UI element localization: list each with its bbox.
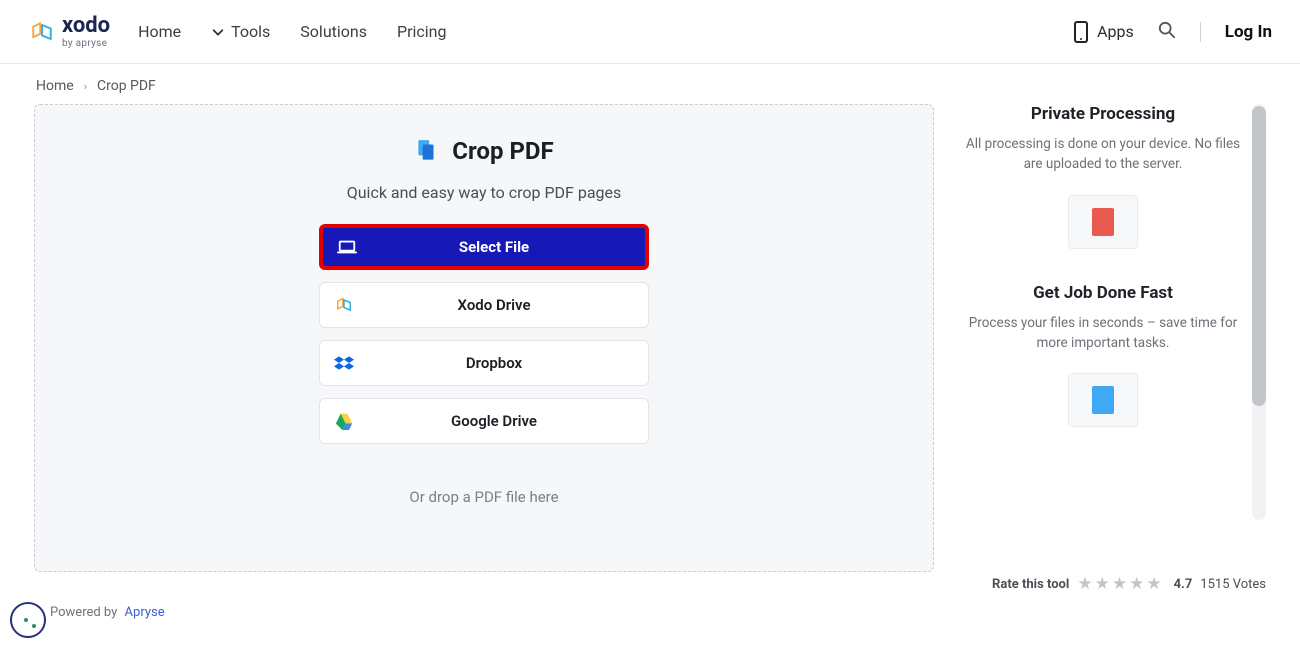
nav-pricing[interactable]: Pricing: [397, 22, 447, 41]
google-drive-icon: [334, 411, 354, 431]
workspace: Crop PDF Quick and easy way to crop PDF …: [0, 104, 1300, 572]
brand-name: xodo: [62, 15, 110, 37]
xodo-drive-button[interactable]: Xodo Drive: [319, 282, 649, 328]
breadcrumb-separator-icon: ›: [84, 80, 87, 93]
feature-desc: All processing is done on your device. N…: [956, 134, 1250, 175]
star-icon[interactable]: ★: [1112, 574, 1127, 594]
login-link[interactable]: Log In: [1225, 22, 1272, 42]
xodo-drive-icon: [334, 295, 354, 315]
google-drive-button[interactable]: Google Drive: [319, 398, 649, 444]
feature-title: Get Job Done Fast: [956, 283, 1250, 303]
search-button[interactable]: [1158, 21, 1176, 43]
tool-subtitle: Quick and easy way to crop PDF pages: [347, 183, 622, 202]
brand-logo[interactable]: xodo by apryse: [28, 15, 110, 49]
right-actions: Apps Log In: [1073, 21, 1272, 43]
info-sidepanel: Private Processing All processing is don…: [956, 104, 1266, 572]
laptop-icon: [337, 237, 357, 257]
dropbox-label: Dropbox: [354, 354, 634, 372]
star-icon[interactable]: ★: [1146, 574, 1161, 594]
dropbox-button[interactable]: Dropbox: [319, 340, 649, 386]
nav-solutions[interactable]: Solutions: [300, 22, 367, 41]
vendor-link[interactable]: Apryse: [125, 605, 165, 620]
apps-label: Apps: [1097, 22, 1134, 41]
star-icon[interactable]: ★: [1077, 574, 1092, 594]
xodo-logo-icon: [28, 18, 56, 46]
xodo-drive-label: Xodo Drive: [354, 296, 634, 314]
select-file-button[interactable]: Select File: [319, 224, 649, 270]
breadcrumb-current: Crop PDF: [97, 78, 156, 94]
phone-icon: [1073, 21, 1089, 43]
brand-subtitle: by apryse: [62, 39, 110, 49]
tool-title-row: Crop PDF: [414, 137, 553, 165]
cookie-settings-button[interactable]: [10, 602, 46, 638]
drop-hint: Or drop a PDF file here: [409, 488, 558, 506]
breadcrumb-home[interactable]: Home: [36, 78, 74, 94]
feature-private-processing: Private Processing All processing is don…: [956, 104, 1250, 257]
breadcrumb: Home › Crop PDF: [0, 64, 1300, 104]
rating-bar: Rate this tool ★ ★ ★ ★ ★ 4.7 1515 Votes: [992, 574, 1266, 594]
star-icon[interactable]: ★: [1095, 574, 1110, 594]
tool-title: Crop PDF: [452, 137, 553, 165]
divider: [1200, 22, 1201, 42]
top-nav: xodo by apryse Home Tools Solutions Pric…: [0, 0, 1300, 64]
apps-link[interactable]: Apps: [1073, 21, 1134, 43]
chevron-down-icon: [211, 25, 225, 39]
rating-votes: 1515 Votes: [1200, 577, 1266, 592]
rating-stars[interactable]: ★ ★ ★ ★ ★: [1077, 574, 1161, 594]
crop-pdf-icon: [414, 138, 440, 164]
feature-illustration: [956, 187, 1250, 257]
powered-label: Powered by: [50, 605, 117, 620]
select-file-label: Select File: [357, 238, 631, 256]
feature-title: Private Processing: [956, 104, 1250, 124]
dropbox-icon: [334, 353, 354, 373]
nav-tools-label: Tools: [231, 22, 270, 41]
search-icon: [1158, 21, 1176, 39]
feature-fast: Get Job Done Fast Process your files in …: [956, 283, 1250, 436]
star-icon[interactable]: ★: [1129, 574, 1144, 594]
file-dropzone[interactable]: Crop PDF Quick and easy way to crop PDF …: [34, 104, 934, 572]
feature-illustration: [956, 365, 1250, 435]
rating-label: Rate this tool: [992, 577, 1069, 592]
file-source-stack: Select File Xodo Drive Dropbox Google Dr…: [319, 224, 649, 444]
nav-links: Home Tools Solutions Pricing: [138, 22, 446, 41]
feature-desc: Process your files in seconds – save tim…: [956, 313, 1250, 354]
nav-tools[interactable]: Tools: [211, 22, 270, 41]
powered-by: Powered by Apryse: [50, 605, 165, 620]
nav-home[interactable]: Home: [138, 22, 181, 41]
rating-value: 4.7: [1174, 577, 1193, 592]
scrollbar-thumb[interactable]: [1252, 106, 1266, 406]
google-drive-label: Google Drive: [354, 412, 634, 430]
